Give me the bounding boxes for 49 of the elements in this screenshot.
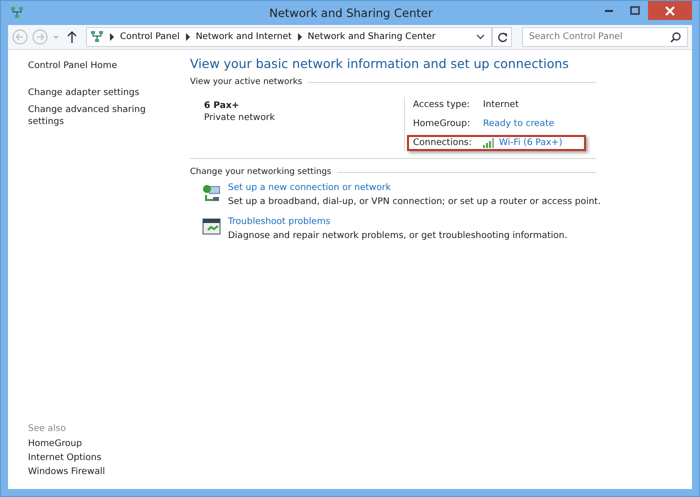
network-name: 6 Pax+ <box>204 101 240 111</box>
forward-icon <box>32 29 48 45</box>
detail-link[interactable]: Wi-Fi (6 Pax+) <box>499 138 562 148</box>
network-icon <box>10 6 24 20</box>
detail-label: Access type: <box>413 100 471 110</box>
back-icon <box>12 29 28 45</box>
minimize-icon <box>605 10 613 12</box>
up-arrow-icon <box>66 30 78 44</box>
section-title: Change your networking settings <box>190 167 332 177</box>
sidebar-link[interactable]: Change adapter settings <box>28 87 146 99</box>
network-setup-icon <box>202 183 222 203</box>
see-also-link[interactable]: Windows Firewall <box>28 467 180 477</box>
see-also-link[interactable]: HomeGroup <box>28 439 180 449</box>
close-icon <box>665 6 675 16</box>
page-heading: View your basic network information and set up connections <box>190 56 570 71</box>
task-link[interactable]: Troubleshoot problems <box>228 217 568 227</box>
network-icon <box>90 30 104 44</box>
search-field[interactable]: Search Control Panel <box>522 27 688 47</box>
refresh-button[interactable] <box>492 27 512 47</box>
close-button[interactable] <box>648 1 692 20</box>
task-description: Set up a broadband, dial-up, or VPN connection; or set up a router or access point. <box>228 197 601 207</box>
chevron-icon <box>296 33 303 41</box>
chevron-icon <box>109 33 115 41</box>
dropdown-icon <box>476 34 485 40</box>
monitor-icon <box>202 217 222 237</box>
network-type: Private network <box>204 113 276 123</box>
detail-label: HomeGroup: <box>413 119 472 129</box>
address-bar[interactable]: Control Panel Network and Internet Network and Sharing Center <box>86 27 492 47</box>
detail-label: Connections: <box>413 138 473 148</box>
task-description: Diagnose and repair network problems, or get troubleshooting information. <box>228 231 568 241</box>
detail-link[interactable]: Ready to create <box>483 119 554 129</box>
detail-value: Internet <box>483 100 519 110</box>
maximize-icon <box>630 6 640 16</box>
window-title: Network and Sharing Center <box>268 6 434 20</box>
refresh-icon <box>496 32 508 42</box>
up-button[interactable] <box>66 30 78 44</box>
search-icon <box>670 32 681 42</box>
see-also-link[interactable]: Internet Options <box>28 453 180 463</box>
breadcrumb-item[interactable]: Network and Sharing Center <box>308 32 436 42</box>
chevron-icon <box>184 33 191 41</box>
see-also-heading: See also <box>28 424 67 434</box>
caret-icon <box>52 33 60 41</box>
breadcrumb-item[interactable]: Network and Internet <box>196 32 292 42</box>
task-link[interactable]: Set up a new connection or network <box>228 183 601 193</box>
sidebar-link[interactable]: Change advanced sharing settings <box>28 104 146 128</box>
signal-icon <box>483 138 495 148</box>
sidebar-link[interactable]: Control Panel Home <box>28 60 146 72</box>
section-title: View your active networks <box>190 77 302 87</box>
breadcrumb-item[interactable]: Control Panel <box>120 32 180 42</box>
